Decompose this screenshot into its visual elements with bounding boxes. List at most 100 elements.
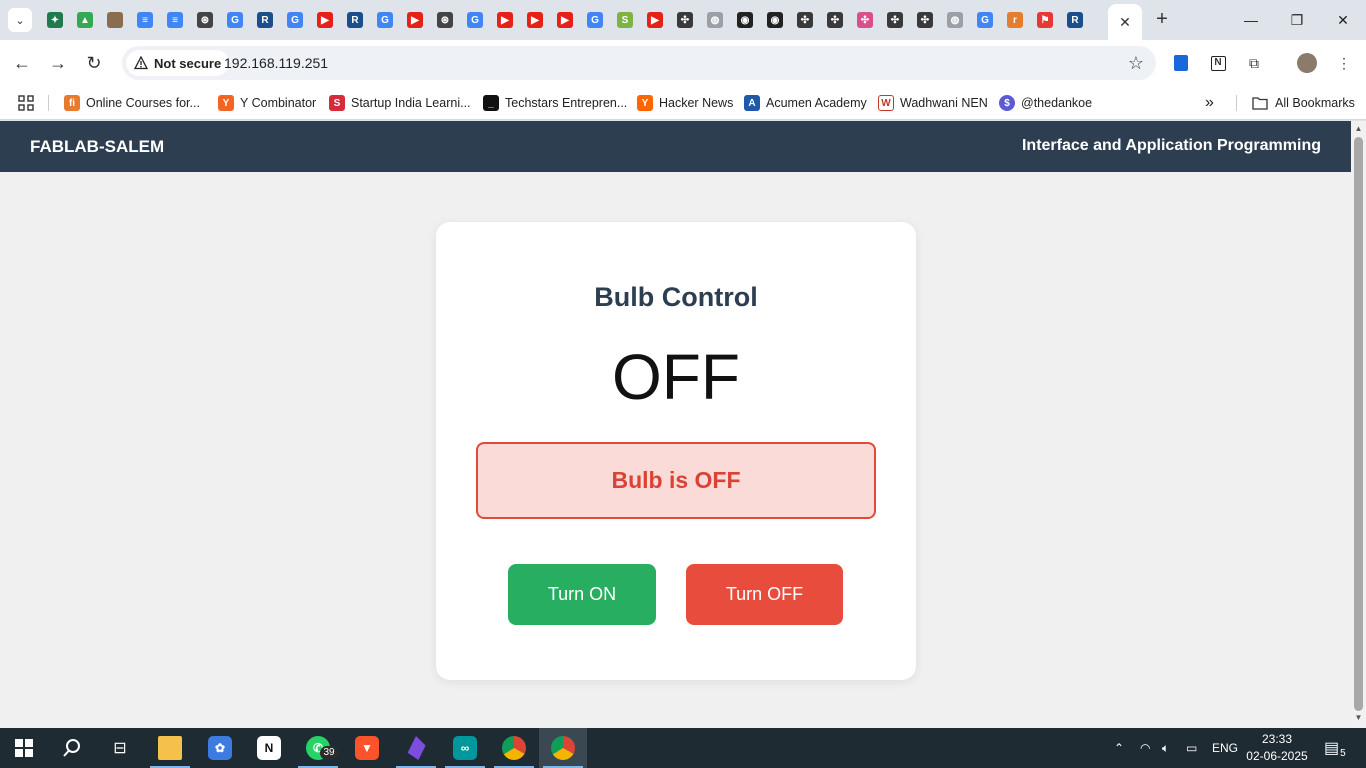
tab[interactable]: R	[250, 8, 280, 32]
wifi-icon[interactable]: ◠	[1140, 728, 1150, 768]
file-explorer-button[interactable]	[146, 728, 194, 768]
tab[interactable]: ▶	[310, 8, 340, 32]
battery-icon[interactable]: ▭	[1186, 728, 1197, 768]
security-chip[interactable]: Not secure	[126, 50, 230, 76]
tab[interactable]: ▶	[400, 8, 430, 32]
bookmark-thedankoe[interactable]: $ @thedankoe	[999, 93, 1092, 113]
tab[interactable]: G	[280, 8, 310, 32]
tab[interactable]: r	[1000, 8, 1030, 32]
tab[interactable]: ▶	[490, 8, 520, 32]
tab[interactable]: ▶	[550, 8, 580, 32]
clock[interactable]: 23:33 02-06-2025	[1244, 731, 1310, 765]
tab[interactable]: ✣	[670, 8, 700, 32]
tab[interactable]: ✣	[910, 8, 940, 32]
bookmark-acumen-academy[interactable]: A Acumen Academy	[744, 93, 867, 113]
whatsapp-app-button[interactable]: ✆ 39	[294, 728, 342, 768]
tab[interactable]: ✣	[790, 8, 820, 32]
tab[interactable]: ≡	[130, 8, 160, 32]
profile-avatar[interactable]	[1296, 52, 1318, 74]
tab[interactable]: G	[460, 8, 490, 32]
tab[interactable]: ✣	[820, 8, 850, 32]
task-view-button[interactable]: ⊟	[96, 728, 144, 768]
vertical-scrollbar[interactable]: ▲ ▼	[1351, 121, 1366, 728]
bookmark-star-icon[interactable]: ☆	[1128, 53, 1144, 74]
menu-kebab-icon[interactable]: ⋮	[1333, 52, 1355, 74]
tab-list: ✦ ▲ ≡ ≡ ⊛ G R G ▶ R G ▶ ⊛ G ▶ ▶ ▶ G S ▶ ✣ ◍ ◉ ◉ ✣ ✣ ✣ ✣ ✣ ◍ Gr ⚑ R	[40, 8, 1090, 32]
url-text[interactable]: 192.168.119.251	[224, 55, 328, 71]
language-indicator[interactable]: ENG	[1212, 728, 1238, 768]
minimize-button[interactable]: —	[1228, 0, 1274, 40]
taskbar-search-button[interactable]	[48, 728, 96, 768]
active-tab[interactable]: ✕	[1108, 4, 1142, 40]
bookmark-techstars[interactable]: _ Techstars Entrepren...	[483, 93, 627, 113]
tab[interactable]: ≡	[160, 8, 190, 32]
obsidian-app-button[interactable]	[392, 728, 440, 768]
bookmark-online-courses[interactable]: fi Online Courses for...	[64, 93, 200, 113]
reload-button[interactable]: ↻	[80, 49, 108, 77]
new-tab-button[interactable]: +	[1150, 8, 1174, 32]
turn-on-button[interactable]: Turn ON	[508, 564, 656, 625]
tab[interactable]: R	[1060, 8, 1090, 32]
tab[interactable]: ▶	[520, 8, 550, 32]
apps-grid-icon[interactable]	[18, 93, 34, 113]
tab[interactable]: ⊛	[430, 8, 460, 32]
google-favicon-icon: G	[227, 12, 243, 28]
tab[interactable]: ⚑	[1030, 8, 1060, 32]
all-bookmarks-button[interactable]: All Bookmarks	[1252, 93, 1355, 113]
extension-trello-icon[interactable]	[1170, 52, 1192, 74]
bookmark-y-combinator[interactable]: Y Y Combinator	[218, 93, 316, 113]
tab[interactable]	[100, 8, 130, 32]
tab[interactable]: ◍	[940, 8, 970, 32]
close-window-button[interactable]: ✕	[1320, 0, 1366, 40]
address-bar[interactable]: Not secure 192.168.119.251 ☆	[122, 46, 1156, 80]
tray-overflow-icon[interactable]: ⌃	[1114, 728, 1124, 768]
tab[interactable]: ◉	[730, 8, 760, 32]
tab[interactable]: G	[970, 8, 1000, 32]
volume-icon[interactable]: 🔈︎	[1162, 728, 1169, 768]
bookmark-wadhwani-nen[interactable]: W Wadhwani NEN	[878, 93, 988, 113]
tab[interactable]: ▲	[70, 8, 100, 32]
tab-search-button[interactable]: ⌄	[8, 8, 32, 32]
arrow-left-icon: ←	[13, 52, 31, 73]
extension-notion-icon[interactable]: N	[1207, 52, 1229, 74]
bookmark-favicon-icon: _	[483, 95, 499, 111]
forward-button[interactable]: →	[44, 49, 72, 77]
paint-app-button[interactable]: ✿	[196, 728, 244, 768]
tab[interactable]: ✦	[40, 8, 70, 32]
photo-favicon-icon	[107, 12, 123, 28]
youtube-favicon-icon: ▶	[317, 12, 333, 28]
bookmark-label: Wadhwani NEN	[900, 96, 988, 110]
bookmarks-overflow-button[interactable]: »	[1205, 93, 1214, 113]
brave-app-button[interactable]: ▼	[343, 728, 391, 768]
start-button[interactable]	[0, 728, 48, 768]
scroll-up-icon[interactable]: ▲	[1354, 124, 1363, 133]
tab[interactable]: ◍	[700, 8, 730, 32]
back-button[interactable]: ←	[8, 49, 36, 77]
tab[interactable]: ◉	[760, 8, 790, 32]
turn-off-button[interactable]: Turn OFF	[686, 564, 843, 625]
notifications-button[interactable]: ▤ 5	[1324, 728, 1346, 768]
arduino-app-button[interactable]: ∞	[441, 728, 489, 768]
tab[interactable]: ▶	[640, 8, 670, 32]
tab[interactable]: ⊛	[190, 8, 220, 32]
site-header: FABLAB-SALEM Interface and Application P…	[0, 121, 1351, 172]
tab[interactable]: ✣	[850, 8, 880, 32]
tab[interactable]: G	[580, 8, 610, 32]
tab[interactable]: R	[340, 8, 370, 32]
bookmark-startup-india[interactable]: S Startup India Learni...	[329, 93, 471, 113]
tab[interactable]: ✣	[880, 8, 910, 32]
bookmark-hacker-news[interactable]: Y Hacker News	[637, 93, 733, 113]
chrome-app-button[interactable]	[490, 728, 538, 768]
notion-app-button[interactable]: N	[245, 728, 293, 768]
tab[interactable]: G	[220, 8, 250, 32]
restore-button[interactable]: ❐	[1274, 0, 1320, 40]
scroll-thumb[interactable]	[1354, 137, 1363, 711]
extensions-puzzle-icon[interactable]: ⧉	[1243, 52, 1265, 74]
bookmark-favicon-icon: W	[878, 95, 894, 111]
chrome-active-app-button[interactable]	[539, 728, 587, 768]
chevron-down-icon: ⌄	[15, 14, 25, 27]
scroll-down-icon[interactable]: ▼	[1354, 713, 1363, 722]
close-tab-icon[interactable]: ✕	[1119, 14, 1131, 31]
tab[interactable]: S	[610, 8, 640, 32]
tab[interactable]: G	[370, 8, 400, 32]
